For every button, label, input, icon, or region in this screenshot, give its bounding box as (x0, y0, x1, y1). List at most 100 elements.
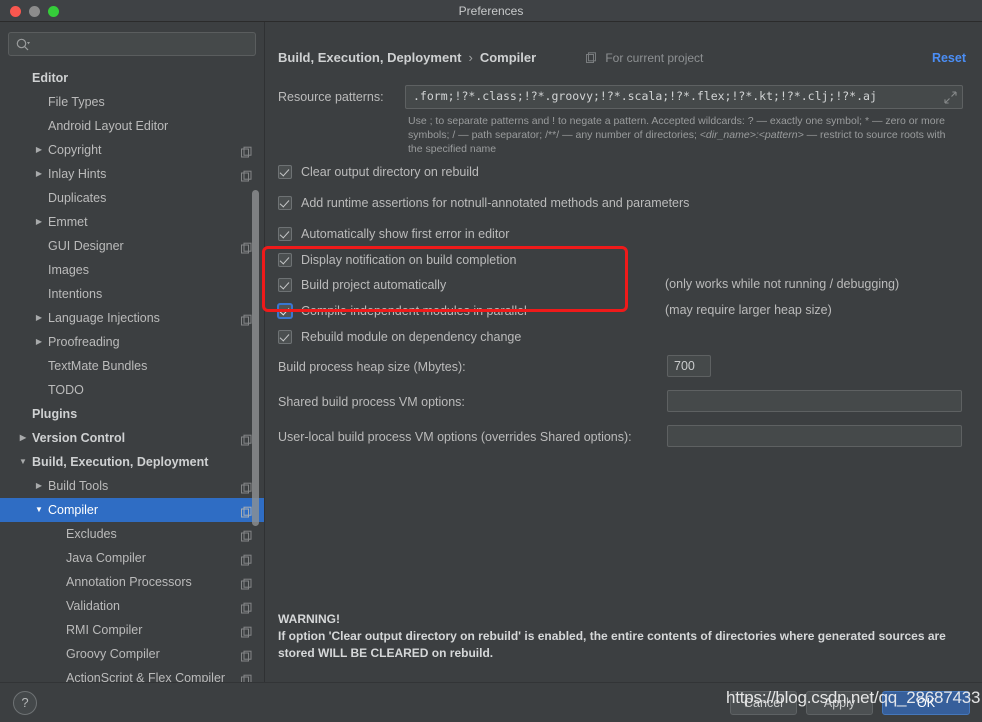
checkbox-build-project-automatically[interactable]: Build project automatically (278, 276, 446, 294)
compiler-settings-panel: Build, Execution, Deployment›Compiler Fo… (265, 22, 982, 682)
sidebar-item-label: Compiler (48, 498, 98, 522)
sidebar-item-duplicates[interactable]: Duplicates (0, 186, 265, 210)
checkbox-indicator[interactable] (278, 253, 292, 267)
sidebar-item-label: File Types (48, 90, 105, 114)
sidebar-item-label: Images (48, 258, 89, 282)
window-title: Preferences (0, 0, 982, 22)
sidebar-item-compiler[interactable]: ▼Compiler (0, 498, 265, 522)
checkbox-indicator[interactable] (278, 278, 292, 292)
resource-patterns-value: .form;!?*.class;!?*.groovy;!?*.scala;!?*… (413, 89, 943, 103)
preferences-window: Preferences EditorFile TypesAndroid Layo… (0, 0, 982, 722)
checkbox-indicator[interactable] (278, 196, 292, 210)
shared-vm-options-label: Shared build process VM options: (278, 395, 465, 409)
sidebar-item-language-injections[interactable]: ▶Language Injections (0, 306, 265, 330)
sidebar-item-label: Intentions (48, 282, 102, 306)
checkbox-indicator[interactable] (278, 227, 292, 241)
checkbox-label: Rebuild module on dependency change (301, 330, 521, 344)
sidebar-item-rmi-compiler[interactable]: RMI Compiler (0, 618, 265, 642)
sidebar-item-copyright[interactable]: ▶Copyright (0, 138, 265, 162)
sidebar-item-label: Proofreading (48, 330, 120, 354)
sidebar-item-file-types[interactable]: File Types (0, 90, 265, 114)
sidebar-item-groovy-compiler[interactable]: Groovy Compiler (0, 642, 265, 666)
chevron-down-icon[interactable]: ▼ (17, 450, 29, 474)
sidebar-item-label: Build, Execution, Deployment (32, 450, 208, 474)
checkbox-indicator[interactable] (278, 330, 292, 344)
project-scope-icon (240, 167, 253, 180)
checkbox-label: Build project automatically (301, 278, 446, 292)
shared-vm-options-input[interactable] (667, 390, 962, 412)
userlocal-vm-options-input[interactable] (667, 425, 962, 447)
sidebar-item-label: Groovy Compiler (66, 642, 160, 666)
heap-size-label: Build process heap size (Mbytes): (278, 360, 466, 374)
sidebar-item-validation[interactable]: Validation (0, 594, 265, 618)
sidebar-item-label: Emmet (48, 210, 88, 234)
sidebar-item-plugins[interactable]: Plugins (0, 402, 265, 426)
heap-size-value: 700 (674, 359, 695, 373)
expand-icon[interactable] (944, 91, 957, 104)
sidebar-item-label: Validation (66, 594, 120, 618)
chevron-right-icon[interactable]: ▶ (33, 474, 45, 498)
sidebar-item-build-tools[interactable]: ▶Build Tools (0, 474, 265, 498)
warning-title: WARNING! (278, 611, 958, 628)
sidebar-item-annotation-processors[interactable]: Annotation Processors (0, 570, 265, 594)
breadcrumb: Build, Execution, Deployment›Compiler (278, 50, 536, 65)
checkbox-indicator[interactable] (278, 304, 292, 318)
sidebar-item-build-execution-deployment[interactable]: ▼Build, Execution, Deployment (0, 450, 265, 474)
sidebar-item-textmate-bundles[interactable]: TextMate Bundles (0, 354, 265, 378)
chevron-down-icon[interactable]: ▼ (33, 498, 45, 522)
checkbox-compile-independent-modules-in-parallel[interactable]: Compile independent modules in parallel (278, 302, 527, 320)
chevron-right-icon[interactable]: ▶ (17, 426, 29, 450)
checkbox-display-notification-on-build-completion[interactable]: Display notification on build completion (278, 251, 516, 269)
sidebar-item-intentions[interactable]: Intentions (0, 282, 265, 306)
userlocal-vm-options-label: User-local build process VM options (ove… (278, 430, 632, 444)
project-scope-icon (240, 575, 253, 588)
sidebar-item-todo[interactable]: TODO (0, 378, 265, 402)
sidebar-item-gui-designer[interactable]: GUI Designer (0, 234, 265, 258)
help-button[interactable]: ? (13, 691, 37, 715)
checkbox-rebuild-module-on-dependency-change[interactable]: Rebuild module on dependency change (278, 328, 521, 346)
sidebar-item-excludes[interactable]: Excludes (0, 522, 265, 546)
checkbox-note: (only works while not running / debuggin… (665, 277, 899, 291)
chevron-right-icon[interactable]: ▶ (33, 210, 45, 234)
project-scope-icon (240, 647, 253, 660)
sidebar-scrollbar[interactable] (252, 190, 259, 526)
chevron-right-icon[interactable]: ▶ (33, 138, 45, 162)
sidebar-item-version-control[interactable]: ▶Version Control (0, 426, 265, 450)
sidebar-item-java-compiler[interactable]: Java Compiler (0, 546, 265, 570)
settings-tree[interactable]: EditorFile TypesAndroid Layout Editor▶Co… (0, 66, 265, 682)
sidebar-item-actionscript-flex-compiler[interactable]: ActionScript & Flex Compiler (0, 666, 265, 682)
search-input[interactable] (35, 33, 253, 55)
chevron-right-icon[interactable]: ▶ (33, 330, 45, 354)
sidebar-item-label: Excludes (66, 522, 117, 546)
breadcrumb-parent[interactable]: Build, Execution, Deployment (278, 50, 461, 65)
sidebar-item-label: Inlay Hints (48, 162, 106, 186)
sidebar-search[interactable] (8, 32, 256, 56)
chevron-right-icon[interactable]: ▶ (33, 162, 45, 186)
sidebar-item-label: ActionScript & Flex Compiler (66, 666, 225, 682)
checkbox-label: Clear output directory on rebuild (301, 165, 479, 179)
sidebar-item-proofreading[interactable]: ▶Proofreading (0, 330, 265, 354)
heap-size-input[interactable]: 700 (667, 355, 711, 377)
checkbox-automatically-show-first-error-in-editor[interactable]: Automatically show first error in editor (278, 225, 509, 243)
sidebar-item-label: Duplicates (48, 186, 106, 210)
search-box[interactable] (8, 32, 256, 56)
sidebar-item-label: Version Control (32, 426, 125, 450)
checkbox-indicator[interactable] (278, 165, 292, 179)
project-scope-icon (240, 551, 253, 564)
project-scope-icon (240, 599, 253, 612)
sidebar-item-images[interactable]: Images (0, 258, 265, 282)
sidebar-item-android-layout-editor[interactable]: Android Layout Editor (0, 114, 265, 138)
checkbox-label: Add runtime assertions for notnull-annot… (301, 196, 689, 210)
help-text-italic: <dir_name>:<pattern> (700, 129, 804, 141)
sidebar-item-emmet[interactable]: ▶Emmet (0, 210, 265, 234)
resource-patterns-field[interactable]: .form;!?*.class;!?*.groovy;!?*.scala;!?*… (405, 85, 963, 109)
reset-link[interactable]: Reset (932, 51, 966, 65)
sidebar-item-inlay-hints[interactable]: ▶Inlay Hints (0, 162, 265, 186)
sidebar-item-editor[interactable]: Editor (0, 66, 265, 90)
checkbox-clear-output-directory-on-rebuild[interactable]: Clear output directory on rebuild (278, 163, 479, 181)
breadcrumb-current: Compiler (480, 50, 536, 65)
sidebar-item-label: Copyright (48, 138, 102, 162)
checkbox-add-runtime-assertions-for-notnull-annotated-methods-and-parameters[interactable]: Add runtime assertions for notnull-annot… (278, 194, 689, 212)
sidebar-item-label: TextMate Bundles (48, 354, 147, 378)
chevron-right-icon[interactable]: ▶ (33, 306, 45, 330)
